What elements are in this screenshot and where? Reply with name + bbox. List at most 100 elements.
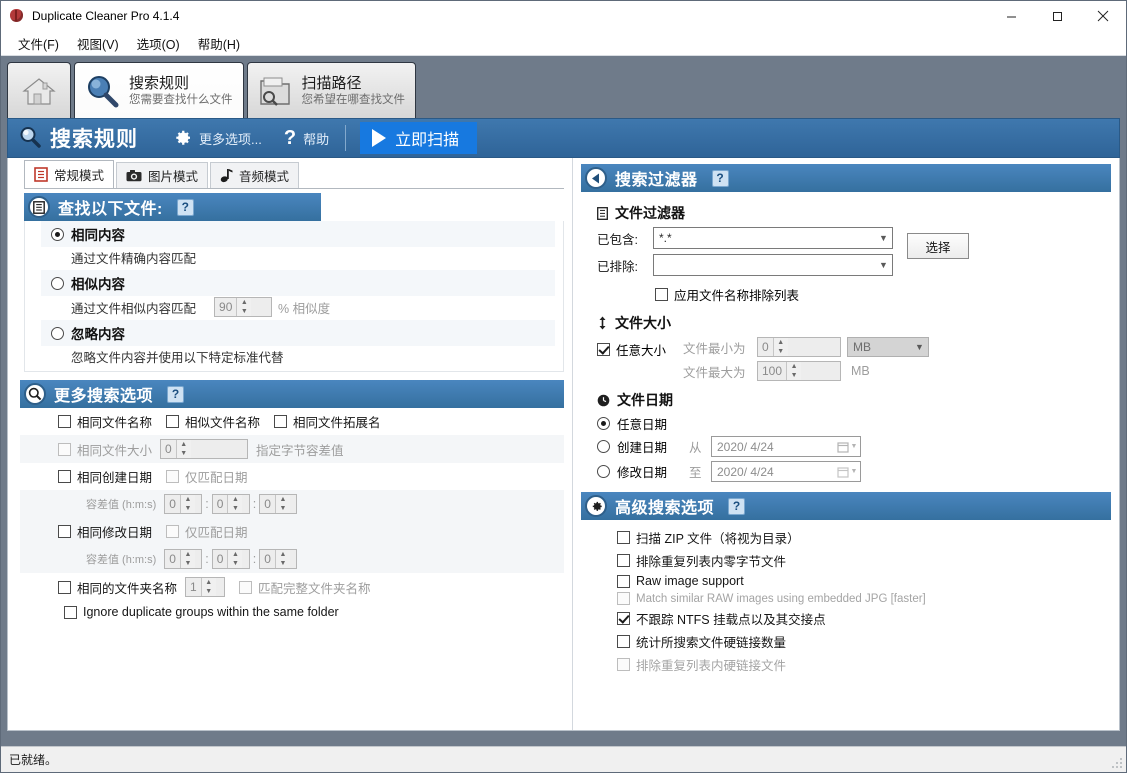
checkbox-same-created-date[interactable] [58, 470, 71, 483]
checkbox-created-date-only[interactable] [166, 470, 179, 483]
modified-tolerance-minutes-value: 0 [213, 550, 228, 568]
radio-modified-date[interactable] [597, 465, 610, 478]
tab-image-mode[interactable]: 图片模式 [116, 162, 208, 188]
radio-similar-content[interactable] [51, 277, 64, 290]
date-from-field[interactable]: 2020/ 4/24 ▼ [711, 436, 861, 457]
checkbox-ignore-same-folder[interactable] [64, 606, 77, 619]
modified-seconds-arrows[interactable]: ▲▼ [275, 550, 290, 568]
tab-normal-mode[interactable]: 常规模式 [24, 160, 114, 188]
include-combo[interactable]: *.* ▼ [653, 227, 893, 249]
date-to-field[interactable]: 2020/ 4/24 ▼ [711, 461, 861, 482]
resize-grip-icon[interactable] [1111, 757, 1123, 769]
created-tolerance-hours-value: 0 [165, 495, 180, 513]
command-bar-divider [345, 125, 346, 151]
max-size-spinner[interactable]: 100 ▲▼ [757, 361, 841, 381]
radio-ignore-content[interactable] [51, 327, 64, 340]
created-hours-arrows[interactable]: ▲▼ [180, 495, 195, 513]
menu-item-file[interactable]: 文件(F) [9, 31, 68, 56]
created-tolerance-minutes[interactable]: 0 ▲▼ [212, 494, 250, 514]
modified-tolerance-hours[interactable]: 0 ▲▼ [164, 549, 202, 569]
similarity-spinner[interactable]: 90 ▲▼ [214, 297, 272, 317]
label-exclude-hardlinks: 排除重复列表内硬链接文件 [636, 655, 786, 674]
checkbox-same-modified-date[interactable] [58, 525, 71, 538]
checkbox-exclude-hardlinks[interactable] [617, 658, 630, 671]
select-button[interactable]: 选择 [907, 233, 969, 259]
min-size-arrows[interactable]: ▲▼ [773, 338, 788, 356]
created-tolerance-seconds[interactable]: 0 ▲▼ [259, 494, 297, 514]
checkbox-same-extension[interactable] [274, 415, 287, 428]
checkbox-modified-date-only[interactable] [166, 525, 179, 538]
exclude-combo[interactable]: ▼ [653, 254, 893, 276]
byte-tolerance-arrows[interactable]: ▲▼ [176, 440, 191, 458]
calendar-dropdown-icon[interactable]: ▼ [834, 441, 860, 453]
any-date-row: 任意日期 [597, 414, 1109, 433]
question-icon[interactable]: ? [284, 127, 296, 150]
folder-depth-arrows[interactable]: ▲▼ [201, 578, 216, 596]
row-same-folder-name: 相同的文件夹名称 1 ▲▼ 匹配完整文件夹名称 [20, 573, 564, 601]
menu-item-options[interactable]: 选项(O) [128, 31, 189, 56]
label-count-hardlinks: 统计所搜索文件硬链接数量 [636, 632, 786, 651]
modified-tolerance-minutes[interactable]: 0 ▲▼ [212, 549, 250, 569]
gear-icon[interactable] [172, 128, 192, 148]
ribbon-tab-subtitle: 您希望在哪查找文件 [302, 93, 406, 108]
search-filter-help-icon[interactable]: ? [712, 170, 729, 187]
created-minutes-arrows[interactable]: ▲▼ [227, 495, 242, 513]
checkbox-no-follow-ntfs[interactable] [617, 612, 630, 625]
similarity-spinner-arrows[interactable]: ▲▼ [236, 298, 251, 316]
scan-now-button[interactable]: 立即扫描 [360, 122, 477, 154]
minimize-icon[interactable] [988, 1, 1034, 31]
more-search-options-help-icon[interactable]: ? [167, 386, 184, 403]
document-icon [597, 207, 608, 220]
option-similar-content[interactable]: 相似内容 [41, 270, 555, 296]
close-icon[interactable] [1080, 1, 1126, 31]
checkbox-similar-file-name[interactable] [166, 415, 179, 428]
checkbox-full-folder-name[interactable] [239, 581, 252, 594]
menu-item-help[interactable]: 帮助(H) [189, 31, 249, 56]
min-size-spinner[interactable]: 0 ▲▼ [757, 337, 841, 357]
find-files-help-icon[interactable]: ? [177, 199, 194, 216]
chevron-down-icon[interactable]: ▼ [875, 228, 892, 248]
tab-audio-mode[interactable]: 音频模式 [210, 162, 299, 188]
radio-created-date[interactable] [597, 440, 610, 453]
option-ignore-content[interactable]: 忽略内容 [41, 320, 555, 346]
file-date-title: 文件日期 [617, 390, 673, 410]
checkbox-raw-image-support[interactable] [617, 575, 630, 588]
max-size-arrows[interactable]: ▲▼ [786, 362, 801, 380]
checkbox-match-raw-jpg[interactable] [617, 592, 630, 605]
ribbon-tab-scan-paths[interactable]: 扫描路径 您希望在哪查找文件 [247, 62, 417, 118]
ribbon-tab-search-rules[interactable]: 搜索规则 您需要查找什么文件 [74, 62, 244, 118]
modified-tolerance-seconds[interactable]: 0 ▲▼ [259, 549, 297, 569]
checkbox-same-file-name[interactable] [58, 415, 71, 428]
back-arrow-icon[interactable] [585, 167, 607, 189]
modified-hours-arrows[interactable]: ▲▼ [180, 550, 195, 568]
chevron-down-icon[interactable]: ▼ [875, 255, 892, 275]
checkbox-scan-zip[interactable] [617, 531, 630, 544]
menu-item-view[interactable]: 视图(V) [68, 31, 128, 56]
ribbon-tab-home[interactable] [7, 62, 71, 118]
option-ignore-content-desc: 忽略文件内容并使用以下特定标准代替 [71, 347, 284, 366]
created-tolerance-hours[interactable]: 0 ▲▼ [164, 494, 202, 514]
modified-tolerance-seconds-value: 0 [260, 550, 275, 568]
checkbox-count-hardlinks[interactable] [617, 635, 630, 648]
help-label[interactable]: 帮助 [303, 129, 329, 148]
menu-bar: 文件(F) 视图(V) 选项(O) 帮助(H) [1, 31, 1126, 56]
more-options-label[interactable]: 更多选项... [199, 129, 262, 148]
checkbox-apply-exclude-list[interactable] [655, 288, 668, 301]
radio-identical-content[interactable] [51, 228, 64, 241]
checkbox-same-folder-name[interactable] [58, 581, 71, 594]
folder-depth-spinner[interactable]: 1 ▲▼ [185, 577, 225, 597]
calendar-dropdown-icon[interactable]: ▼ [834, 466, 860, 478]
min-size-value: 0 [758, 338, 773, 356]
byte-tolerance-spinner[interactable]: 0 ▲▼ [160, 439, 248, 459]
min-size-unit-combo[interactable]: MB ▼ [847, 337, 929, 357]
modified-minutes-arrows[interactable]: ▲▼ [227, 550, 242, 568]
checkbox-any-size[interactable] [597, 343, 610, 356]
option-identical-content[interactable]: 相同内容 [41, 221, 555, 247]
checkbox-same-file-size[interactable] [58, 443, 71, 456]
chevron-down-icon[interactable]: ▼ [911, 337, 928, 357]
checkbox-exclude-zero-byte[interactable] [617, 554, 630, 567]
advanced-options-help-icon[interactable]: ? [728, 498, 745, 515]
maximize-icon[interactable] [1034, 1, 1080, 31]
radio-any-date[interactable] [597, 417, 610, 430]
created-seconds-arrows[interactable]: ▲▼ [275, 495, 290, 513]
